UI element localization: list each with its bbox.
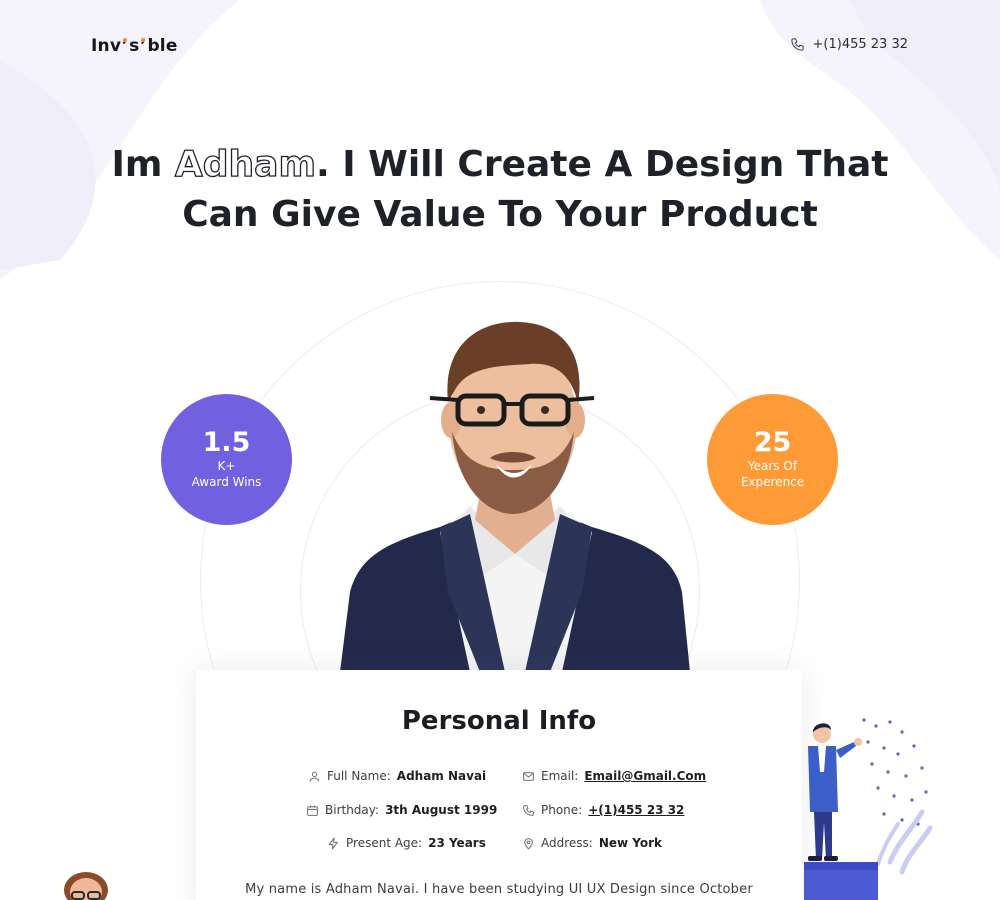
hero-title: Im Adham. I Will Create A Design That Ca… — [0, 140, 1000, 240]
personal-info-card: Personal Info Full Name: Adham Navai Bir… — [196, 670, 802, 900]
address-value: New York — [598, 836, 663, 850]
profile-portrait — [340, 321, 690, 672]
age-value: 23 Years — [428, 836, 486, 850]
email-label: Email: — [541, 769, 579, 783]
experience-number: 25 — [753, 427, 792, 458]
personal-info-title: Personal Info — [401, 706, 597, 736]
experience-label-2: Experence — [740, 475, 805, 489]
award-suffix: K+ — [217, 459, 236, 473]
address-row: Address: New York — [522, 836, 662, 850]
brand-text-2: s — [129, 36, 140, 56]
full-name-label: Full Name: — [327, 769, 391, 783]
avatar — [64, 872, 108, 900]
phone-link[interactable]: +(1)455 23 32 — [588, 803, 684, 817]
age-row: Present Age: 23 Years — [327, 836, 486, 850]
presenter-illustration — [804, 718, 933, 900]
hero-line1-rest: . I Will Create A Design That — [316, 144, 889, 185]
award-stat-badge: 1.5 K+ Award Wins — [161, 394, 292, 525]
email-row: Email: Email@Gmail.Com — [522, 769, 706, 783]
experience-label-1: Years Of — [747, 459, 798, 473]
age-label: Present Age: — [346, 836, 423, 850]
full-name-row: Full Name: Adham Navai — [308, 769, 486, 783]
user-icon — [309, 771, 320, 781]
phone-row: Phone: +(1)455 23 32 — [522, 803, 684, 817]
address-label: Address: — [541, 836, 593, 850]
calendar-icon — [307, 805, 318, 816]
brand-text-3: ble — [147, 36, 178, 56]
full-name-value: Adham Navai — [396, 769, 487, 783]
award-number: 1.5 — [202, 427, 251, 458]
birthday-value: 3th August 1999 — [385, 803, 498, 817]
brand-dot-i: ’ — [121, 36, 129, 56]
hero-name: Adham — [174, 143, 316, 185]
phone-label: Phone: — [541, 803, 583, 817]
header-phone-number: +(1)455 23 32 — [812, 37, 908, 52]
location-pin-icon — [524, 837, 533, 850]
phone-icon — [523, 804, 534, 816]
bolt-icon — [328, 837, 338, 849]
brand-text-1: Inv — [91, 36, 122, 56]
award-label: Award Wins — [191, 475, 262, 489]
experience-stat-badge: 25 Years Of Experence — [707, 394, 838, 525]
brand-dot-i-2: ’ — [140, 36, 147, 56]
email-link[interactable]: Email@Gmail.Com — [584, 769, 706, 783]
birthday-row: Birthday: 3th August 1999 — [306, 803, 497, 817]
brand-logo[interactable]: Inv’ s’ ble — [91, 36, 178, 56]
phone-icon — [790, 38, 804, 51]
birthday-label: Birthday: — [325, 803, 380, 817]
hero-line2: Can Give Value To Your Product — [182, 194, 818, 235]
hero-prefix: Im — [111, 144, 175, 185]
header-phone[interactable]: +(1)455 23 32 — [790, 37, 908, 52]
bio-text: My name is Adham Navai. I have been stud… — [245, 882, 753, 897]
mail-icon — [523, 771, 534, 781]
